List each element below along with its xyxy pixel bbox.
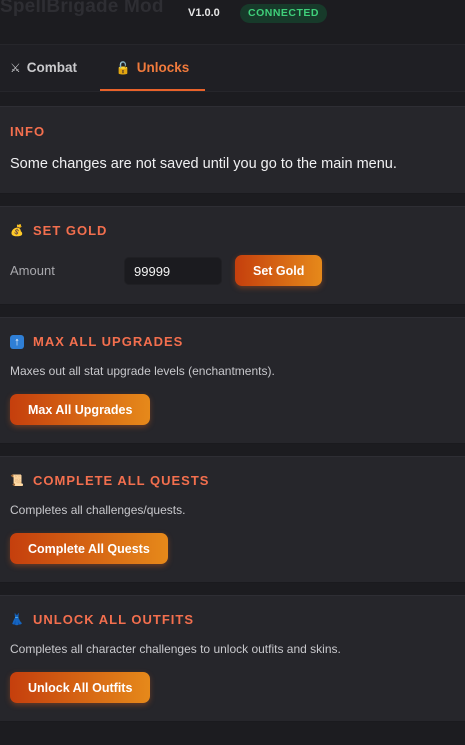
unlocked-padlock-icon: 🔓 — [115, 60, 131, 75]
set-gold-title-text: SET GOLD — [33, 223, 108, 238]
max-upgrades-card: ↑ MAX ALL UPGRADES Maxes out all stat up… — [0, 317, 465, 444]
unlock-all-outfits-button[interactable]: Unlock All Outfits — [10, 672, 151, 703]
complete-quests-title-text: COMPLETE ALL QUESTS — [33, 473, 210, 488]
max-upgrades-description: Maxes out all stat upgrade levels (encha… — [10, 364, 275, 378]
unlock-outfits-title-text: UNLOCK ALL OUTFITS — [33, 612, 194, 627]
complete-quests-title: 📜 COMPLETE ALL QUESTS — [10, 473, 209, 488]
set-gold-button[interactable]: Set Gold — [235, 255, 323, 286]
tab-unlocks-label: Unlocks — [136, 60, 190, 75]
unlock-outfits-description: Completes all character challenges to un… — [10, 642, 341, 656]
amount-label: Amount — [10, 263, 55, 278]
gold-amount-input[interactable] — [124, 257, 222, 285]
tab-combat[interactable]: ⚔ Combat — [10, 45, 77, 90]
complete-all-quests-button[interactable]: Complete All Quests — [10, 533, 168, 564]
info-text: Some changes are not saved until you go … — [10, 156, 397, 172]
set-gold-title: 💰 SET GOLD — [10, 223, 107, 238]
max-upgrades-title-text: MAX ALL UPGRADES — [33, 334, 184, 349]
tab-bar: ⚔ Combat 🔓 Unlocks — [0, 44, 465, 92]
unlock-outfits-card: 👗 UNLOCK ALL OUTFITS Completes all chara… — [0, 595, 465, 722]
max-upgrades-title: ↑ MAX ALL UPGRADES — [10, 334, 183, 349]
app-header: SpellBrigade Mod V1.0.0 CONNECTED — [0, 0, 465, 28]
unlock-outfits-title: 👗 UNLOCK ALL OUTFITS — [10, 612, 194, 627]
crossed-swords-icon: ⚔ — [10, 60, 21, 75]
app-title: SpellBrigade Mod — [0, 0, 164, 17]
complete-quests-card: 📜 COMPLETE ALL QUESTS Completes all chal… — [0, 456, 465, 583]
tab-unlocks[interactable]: 🔓 Unlocks — [100, 45, 205, 91]
scroll-icon: 📜 — [10, 474, 24, 487]
connection-status-badge: CONNECTED — [240, 4, 328, 23]
info-title: INFO — [10, 124, 46, 139]
up-arrow-icon: ↑ — [10, 334, 24, 349]
info-card: INFO Some changes are not saved until yo… — [0, 106, 465, 194]
version-label: V1.0.0 — [188, 7, 220, 19]
max-all-upgrades-button[interactable]: Max All Upgrades — [10, 394, 151, 425]
set-gold-card: 💰 SET GOLD Amount Set Gold — [0, 206, 465, 305]
complete-quests-description: Completes all challenges/quests. — [10, 503, 186, 517]
tab-combat-label: Combat — [26, 60, 78, 75]
money-bag-icon: 💰 — [10, 224, 24, 237]
dress-icon: 👗 — [10, 613, 24, 626]
